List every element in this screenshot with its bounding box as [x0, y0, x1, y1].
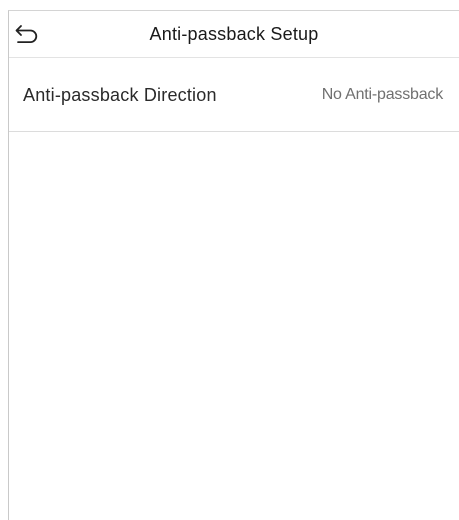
header-bar: Anti-passback Setup	[9, 11, 459, 58]
screen: Anti-passback Setup Anti-passback Direct…	[8, 10, 459, 520]
setting-label: Anti-passback Direction	[23, 85, 217, 105]
setting-value: No Anti-passback	[321, 86, 444, 103]
page-title: Anti-passback Setup	[149, 24, 319, 44]
setting-row-anti-passback-direction[interactable]: Anti-passback Direction No Anti-passback	[9, 58, 459, 132]
